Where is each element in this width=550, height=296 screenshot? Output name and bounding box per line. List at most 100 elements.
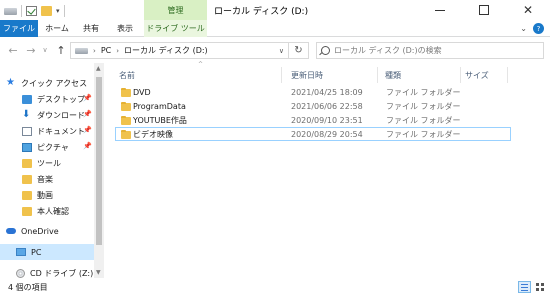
sidebar-item-videos[interactable]: 動画 <box>22 187 94 203</box>
sidebar-scrollbar[interactable]: ▲ ▼ <box>94 63 103 278</box>
sidebar-item-quick-access[interactable]: ★ クイック アクセス <box>6 75 100 91</box>
folder-icon <box>121 102 131 111</box>
navigation-bar: ← → ∨ ↑ › PC › ローカル ディスク (D:) ∨ ↻ ローカル デ… <box>0 37 550 63</box>
search-box[interactable]: ローカル ディスク (D:)の検索 <box>316 42 544 59</box>
breadcrumb-separator-icon[interactable]: › <box>116 47 119 55</box>
toolbar-divider <box>63 5 65 17</box>
table-row[interactable]: ビデオ映像 2020/08/29 20:54 ファイル フォルダー <box>115 127 511 141</box>
sidebar-item-documents[interactable]: ドキュメント 📌 <box>22 123 94 139</box>
pin-icon: 📌 <box>83 110 92 118</box>
breadcrumb-pc[interactable]: PC <box>101 46 111 55</box>
sidebar-item-pictures[interactable]: ピクチャ 📌 <box>22 139 94 155</box>
new-folder-icon[interactable] <box>41 6 52 16</box>
maximize-button[interactable] <box>462 0 506 20</box>
column-divider[interactable] <box>281 67 282 83</box>
arrow-left-icon: ← <box>8 43 18 57</box>
column-divider[interactable] <box>377 67 378 83</box>
sidebar-item-onedrive[interactable]: OneDrive <box>6 223 100 239</box>
properties-icon[interactable] <box>26 6 37 16</box>
column-header-size[interactable]: サイズ <box>465 67 489 83</box>
file-date: 2020/09/10 23:51 <box>291 115 363 125</box>
tab-home[interactable]: ホーム <box>40 20 74 37</box>
folder-icon <box>22 174 32 184</box>
minimize-icon <box>435 9 445 11</box>
sidebar-item-label: CD ドライブ (Z:) DVI <box>30 268 104 278</box>
forward-button[interactable]: → <box>24 42 38 58</box>
address-bar[interactable]: › PC › ローカル ディスク (D:) ∨ ↻ <box>70 42 309 59</box>
column-divider[interactable] <box>460 67 461 83</box>
tab-drive-tools[interactable]: ドライブ ツール <box>144 20 207 37</box>
drive-icon <box>4 7 17 15</box>
refresh-button[interactable]: ↻ <box>288 43 308 58</box>
file-list: ^ 名前 更新日時 種類 サイズ DVD 2021/04/25 18:09 ファ… <box>105 61 550 278</box>
large-icons-view-icon[interactable] <box>534 281 547 293</box>
help-icon[interactable]: ? <box>533 23 544 34</box>
customize-toolbar-dropdown-icon[interactable]: ▾ <box>56 7 60 15</box>
cd-drive-icon <box>16 268 25 278</box>
context-tab-group-label: 管理 <box>144 0 207 20</box>
details-view-icon[interactable] <box>518 281 531 293</box>
sidebar-item-downloads[interactable]: ⬇ ダウンロード 📌 <box>22 107 94 123</box>
file-type: ファイル フォルダー <box>386 101 461 111</box>
folder-icon <box>121 88 131 97</box>
up-button[interactable]: ↑ <box>54 42 68 58</box>
file-name: ビデオ映像 <box>133 129 173 139</box>
chevron-down-icon: ∨ <box>42 46 48 54</box>
quick-access-toolbar: ▾ <box>4 4 65 18</box>
recent-locations-button[interactable]: ∨ <box>40 42 50 58</box>
table-row[interactable]: ProgramData 2021/06/06 22:58 ファイル フォルダー <box>115 99 511 113</box>
refresh-icon: ↻ <box>294 45 303 56</box>
sidebar-item-label: ピクチャ <box>37 142 69 152</box>
star-icon: ★ <box>6 77 15 88</box>
file-date: 2021/04/25 18:09 <box>291 87 363 97</box>
folder-icon <box>22 206 32 216</box>
sidebar-item-label: ツール <box>37 158 61 168</box>
table-row[interactable]: YOUTUBE作品 2020/09/10 23:51 ファイル フォルダー <box>115 113 511 127</box>
sidebar-item-music[interactable]: 音楽 <box>22 171 94 187</box>
sidebar-item-identity[interactable]: 本人確認 <box>22 203 94 219</box>
file-name: YOUTUBE作品 <box>133 115 187 125</box>
arrow-up-icon: ↑ <box>56 43 66 57</box>
breadcrumb-separator-icon[interactable]: › <box>93 47 96 55</box>
column-divider[interactable] <box>507 67 508 83</box>
status-bar: 4 個の項目 <box>0 278 550 296</box>
scroll-up-icon[interactable]: ▲ <box>96 65 101 72</box>
scrollbar-thumb[interactable] <box>96 77 102 245</box>
title-bar: ▾ 管理 ローカル ディスク (D:) ✕ <box>0 0 550 22</box>
file-date: 2020/08/29 20:54 <box>291 129 363 139</box>
sidebar-item-cd-drive[interactable]: CD ドライブ (Z:) DVI <box>16 265 103 278</box>
computer-icon <box>16 248 26 256</box>
search-placeholder[interactable]: ローカル ディスク (D:)の検索 <box>334 45 442 56</box>
sidebar-item-label: デスクトップ <box>37 94 85 104</box>
maximize-icon <box>479 5 489 15</box>
sidebar-item-label: OneDrive <box>21 226 59 236</box>
file-date: 2021/06/06 22:58 <box>291 101 363 111</box>
tab-share[interactable]: 共有 <box>76 20 106 37</box>
breadcrumb-drive[interactable]: ローカル ディスク (D:) <box>124 45 208 56</box>
minimize-button[interactable] <box>418 0 462 20</box>
address-history-dropdown-icon[interactable]: ∨ <box>279 43 284 58</box>
file-name: DVD <box>133 87 151 97</box>
column-header-date[interactable]: 更新日時 <box>291 67 323 83</box>
sidebar-item-label: 本人確認 <box>37 206 69 216</box>
expand-ribbon-icon[interactable]: ⌄ <box>520 24 527 33</box>
column-header-name[interactable]: 名前 <box>119 67 135 83</box>
column-header-type[interactable]: 種類 <box>385 67 401 83</box>
file-name: ProgramData <box>133 101 186 111</box>
folder-icon <box>22 158 32 168</box>
sidebar-item-label: 音楽 <box>37 174 53 184</box>
tab-view[interactable]: 表示 <box>108 20 142 37</box>
sidebar-item-desktop[interactable]: デスクトップ 📌 <box>22 91 94 107</box>
onedrive-cloud-icon <box>6 228 16 234</box>
tab-file[interactable]: ファイル <box>0 20 38 37</box>
back-button[interactable]: ← <box>6 42 20 58</box>
scroll-down-icon[interactable]: ▼ <box>96 269 101 276</box>
toolbar-divider <box>21 5 22 17</box>
item-count: 4 個の項目 <box>8 283 48 292</box>
close-button[interactable]: ✕ <box>506 0 550 20</box>
sidebar-item-tools[interactable]: ツール <box>22 155 94 171</box>
sidebar-item-pc[interactable]: PC <box>0 244 94 260</box>
window-title: ローカル ディスク (D:) <box>214 7 309 17</box>
document-icon <box>22 126 32 136</box>
table-row[interactable]: DVD 2021/04/25 18:09 ファイル フォルダー <box>115 85 511 99</box>
